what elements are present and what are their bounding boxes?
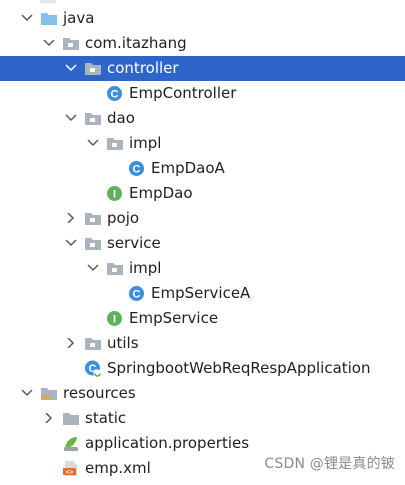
- tree-row-service[interactable]: service: [0, 231, 405, 256]
- interface-icon: I: [106, 310, 124, 327]
- properties-icon: [62, 435, 80, 452]
- package-icon: [84, 335, 102, 352]
- tree-row-dao-impl[interactable]: impl: [0, 131, 405, 156]
- tree-item-label: EmpService: [129, 309, 219, 327]
- spring-boot-class-icon: C: [84, 360, 102, 378]
- tree-row-pkg-root[interactable]: com.itazhang: [0, 31, 405, 56]
- svg-text:<>: <>: [66, 469, 74, 476]
- collapsed-parent-stub: [40, 0, 56, 3]
- package-icon: [62, 35, 80, 52]
- package-icon: [106, 135, 124, 152]
- tree-item-label: application.properties: [85, 434, 250, 452]
- package-icon: [84, 235, 102, 252]
- chevron-right-icon[interactable]: [42, 406, 56, 431]
- tree-item-label: utils: [107, 334, 139, 352]
- chevron-down-icon[interactable]: [20, 6, 34, 31]
- tree-row-static[interactable]: static: [0, 406, 405, 431]
- svg-text:C: C: [133, 289, 141, 301]
- tree-row-pojo[interactable]: pojo: [0, 206, 405, 231]
- tree-item-label: EmpDaoA: [151, 159, 225, 177]
- tree-item-label: EmpDao: [129, 184, 193, 202]
- tree-row-empdao[interactable]: I EmpDao: [0, 181, 405, 206]
- xml-file-icon: <>: [62, 460, 80, 477]
- package-icon: [106, 260, 124, 277]
- package-icon: [84, 60, 102, 77]
- source-folder-icon: [40, 10, 58, 27]
- chevron-down-icon[interactable]: [64, 106, 78, 131]
- chevron-down-icon[interactable]: [42, 31, 56, 56]
- svg-text:I: I: [113, 314, 116, 326]
- tree-row-empcontroller[interactable]: C EmpController: [0, 81, 405, 106]
- chevron-down-icon[interactable]: [86, 256, 100, 281]
- tree-row-dao[interactable]: dao: [0, 106, 405, 131]
- package-icon: [84, 110, 102, 127]
- chevron-down-icon[interactable]: [86, 131, 100, 156]
- svg-text:C: C: [111, 89, 119, 101]
- tree-item-label: EmpController: [129, 84, 237, 102]
- tree-item-label: service: [107, 234, 161, 252]
- tree-item-label: EmpServiceA: [151, 284, 251, 302]
- tree-row-empservicea[interactable]: C EmpServiceA: [0, 281, 405, 306]
- chevron-down-icon[interactable]: [64, 231, 78, 256]
- chevron-down-icon[interactable]: [20, 381, 34, 406]
- tree-row-utils[interactable]: utils: [0, 331, 405, 356]
- tree-item-label: emp.xml: [85, 459, 151, 477]
- tree-item-label: com.itazhang: [85, 34, 187, 52]
- folder-icon: [62, 410, 80, 427]
- tree-item-label: java: [63, 9, 95, 27]
- chevron-right-icon[interactable]: [64, 206, 78, 231]
- tree-item-label: controller: [107, 59, 179, 77]
- watermark: CSDN @锂是真的铍: [264, 456, 395, 472]
- tree-row-empservice[interactable]: I EmpService: [0, 306, 405, 331]
- resources-folder-icon: [40, 385, 58, 402]
- tree-item-label: pojo: [107, 209, 140, 227]
- svg-text:I: I: [113, 189, 116, 201]
- tree-item-label: impl: [129, 134, 162, 152]
- tree-item-label: resources: [63, 384, 136, 402]
- tree-row-empdaoa[interactable]: C EmpDaoA: [0, 156, 405, 181]
- chevron-down-icon[interactable]: [64, 56, 78, 81]
- tree-row-service-impl[interactable]: impl: [0, 256, 405, 281]
- tree-item-label: dao: [107, 109, 135, 127]
- class-icon: C: [106, 85, 124, 102]
- class-icon: C: [128, 285, 146, 302]
- class-icon: C: [128, 160, 146, 177]
- svg-text:C: C: [133, 164, 141, 176]
- tree-item-label: SpringbootWebReqRespApplication: [107, 359, 371, 377]
- chevron-right-icon[interactable]: [64, 331, 78, 356]
- package-icon: [84, 210, 102, 227]
- tree-row-java[interactable]: java: [0, 6, 405, 31]
- tree-item-label: static: [85, 409, 127, 427]
- tree-row-resources[interactable]: resources: [0, 381, 405, 406]
- interface-icon: I: [106, 185, 124, 202]
- tree-item-label: impl: [129, 259, 162, 277]
- tree-row-app[interactable]: C SpringbootWebReqRespApplication: [0, 356, 405, 381]
- tree-row-controller[interactable]: controller: [0, 56, 405, 81]
